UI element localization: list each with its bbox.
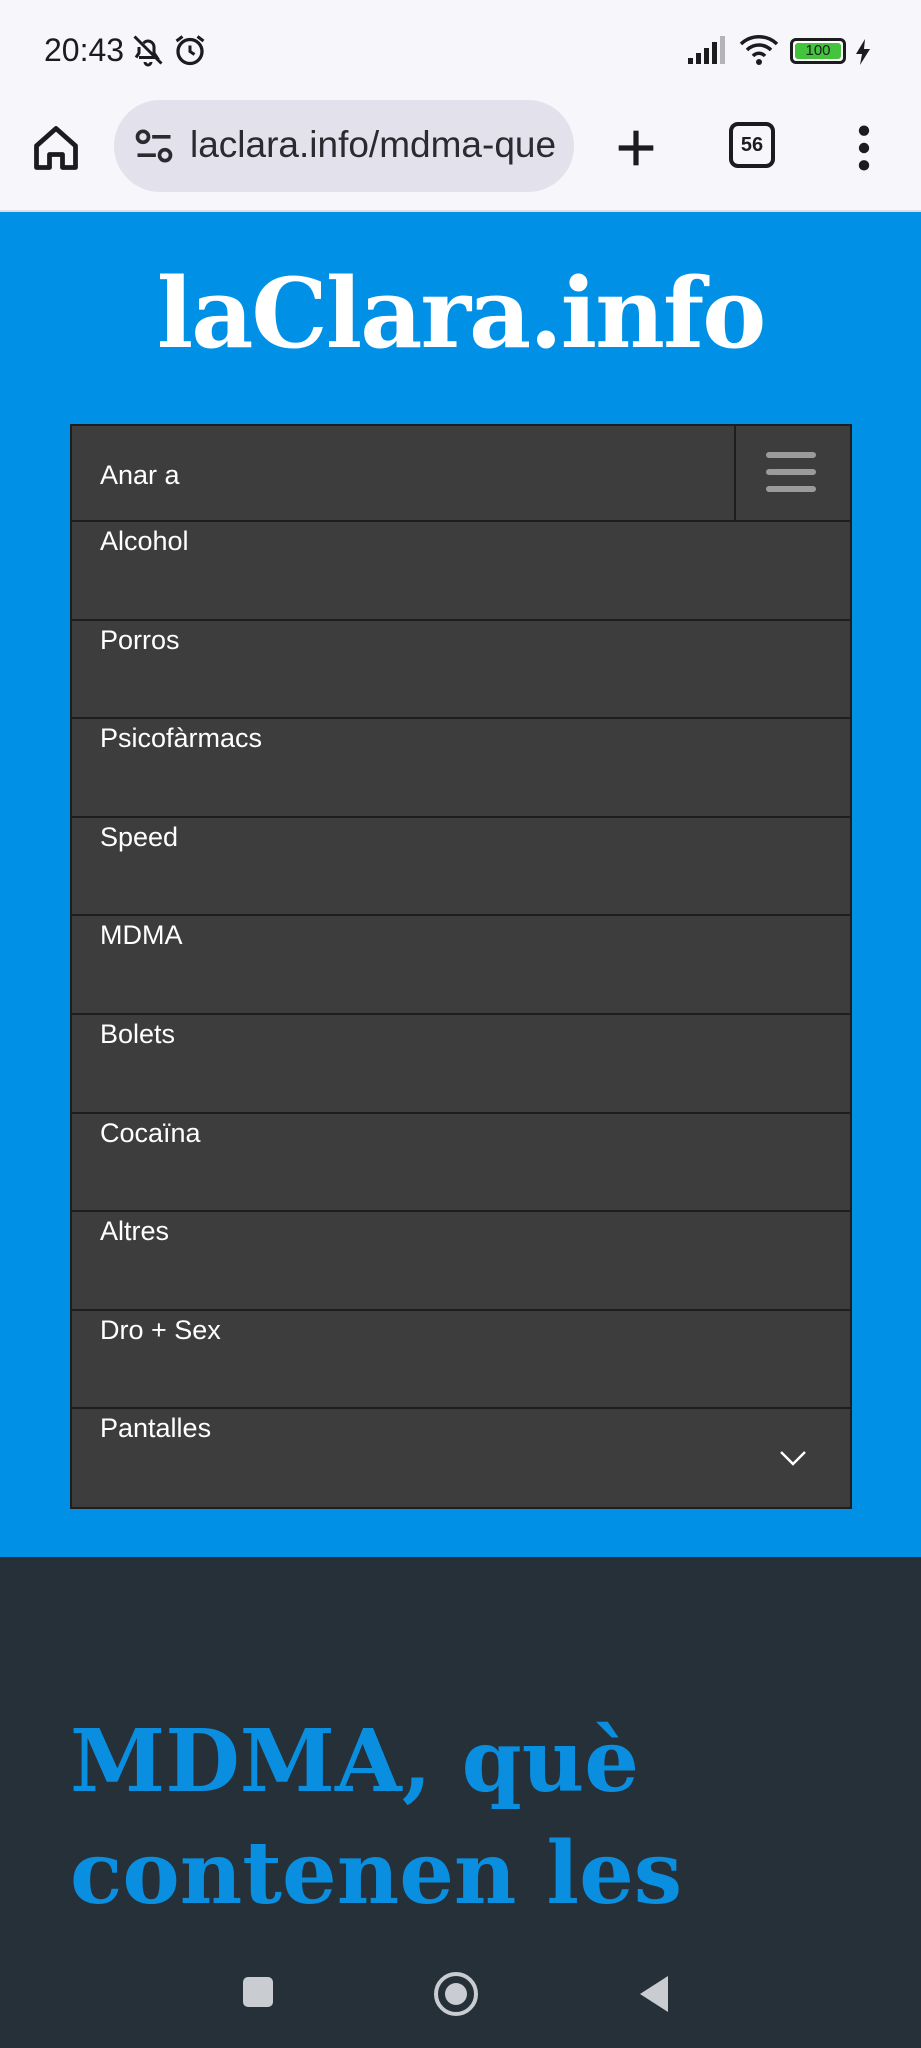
nav-item-mdma[interactable]: MDMA (72, 916, 850, 1015)
more-vert-icon[interactable] (848, 122, 880, 174)
nav-item-label: Porros (100, 624, 180, 655)
url-text[interactable]: laclara.info/mdma-que (190, 124, 556, 166)
nav-item-label: Pantalles (100, 1413, 212, 1444)
nav-item-porros[interactable]: Porros (72, 621, 850, 720)
nav-item-label: MDMA (100, 920, 183, 951)
site-logo[interactable]: laClara.info (0, 257, 921, 370)
address-bar[interactable]: laclara.info/mdma-que (114, 100, 574, 192)
alarm-icon (175, 35, 205, 66)
back-triangle-icon[interactable] (636, 1972, 672, 2016)
battery-icon: 100 (790, 38, 846, 64)
battery-level: 100 (795, 43, 841, 59)
nav-item-psicofarmacs[interactable]: Psicofàrmacs (72, 719, 850, 818)
wifi-icon (739, 35, 779, 65)
nav-item-label: Dro + Sex (100, 1314, 221, 1345)
nav-item-alcohol[interactable]: Alcohol (72, 522, 850, 621)
chevron-down-icon[interactable] (778, 1449, 808, 1467)
nav-item-label: Bolets (100, 1019, 176, 1049)
site-settings-icon[interactable] (132, 124, 176, 168)
nav-item-label: Speed (100, 821, 179, 852)
status-time: 20:43 (44, 32, 125, 68)
signal-icon (688, 36, 725, 64)
nav-item-label: Cocaïna (100, 1117, 201, 1148)
home-icon[interactable] (30, 122, 82, 174)
browser-toolbar: laclara.info/mdma-que 56 (0, 100, 921, 212)
nav-heading: Anar a (100, 460, 180, 490)
recents-square-icon[interactable] (240, 1974, 276, 2010)
site-header: laClara.info Anar a Alcohol Porros Psico… (0, 212, 921, 1557)
nav-item-dro-sex[interactable]: Dro + Sex (72, 1311, 850, 1410)
plus-icon[interactable] (610, 122, 662, 174)
nav-item-pantalles[interactable]: Pantalles (72, 1409, 850, 1508)
nav-item-label: Psicofàrmacs (100, 723, 263, 754)
nav-item-altres[interactable]: Altres (72, 1212, 850, 1311)
hamburger-menu-icon[interactable] (734, 426, 850, 522)
charging-icon (856, 39, 870, 65)
tab-switcher-button[interactable]: 56 (729, 122, 775, 168)
system-navigation-bar (0, 1930, 921, 2048)
nav-item-label: Alcohol (100, 526, 189, 556)
nav-header[interactable]: Anar a (72, 426, 850, 522)
nav-item-cocaina[interactable]: Cocaïna (72, 1114, 850, 1213)
bell-off-icon (133, 35, 163, 67)
site-navigation: Anar a Alcohol Porros Psicofàrmacs Speed… (70, 424, 852, 1509)
home-circle-icon[interactable] (432, 1970, 480, 2018)
nav-item-speed[interactable]: Speed (72, 818, 850, 917)
nav-item-label: Altres (100, 1216, 170, 1247)
status-bar: 20:43 100 (0, 0, 921, 100)
nav-item-bolets[interactable]: Bolets (72, 1015, 850, 1114)
